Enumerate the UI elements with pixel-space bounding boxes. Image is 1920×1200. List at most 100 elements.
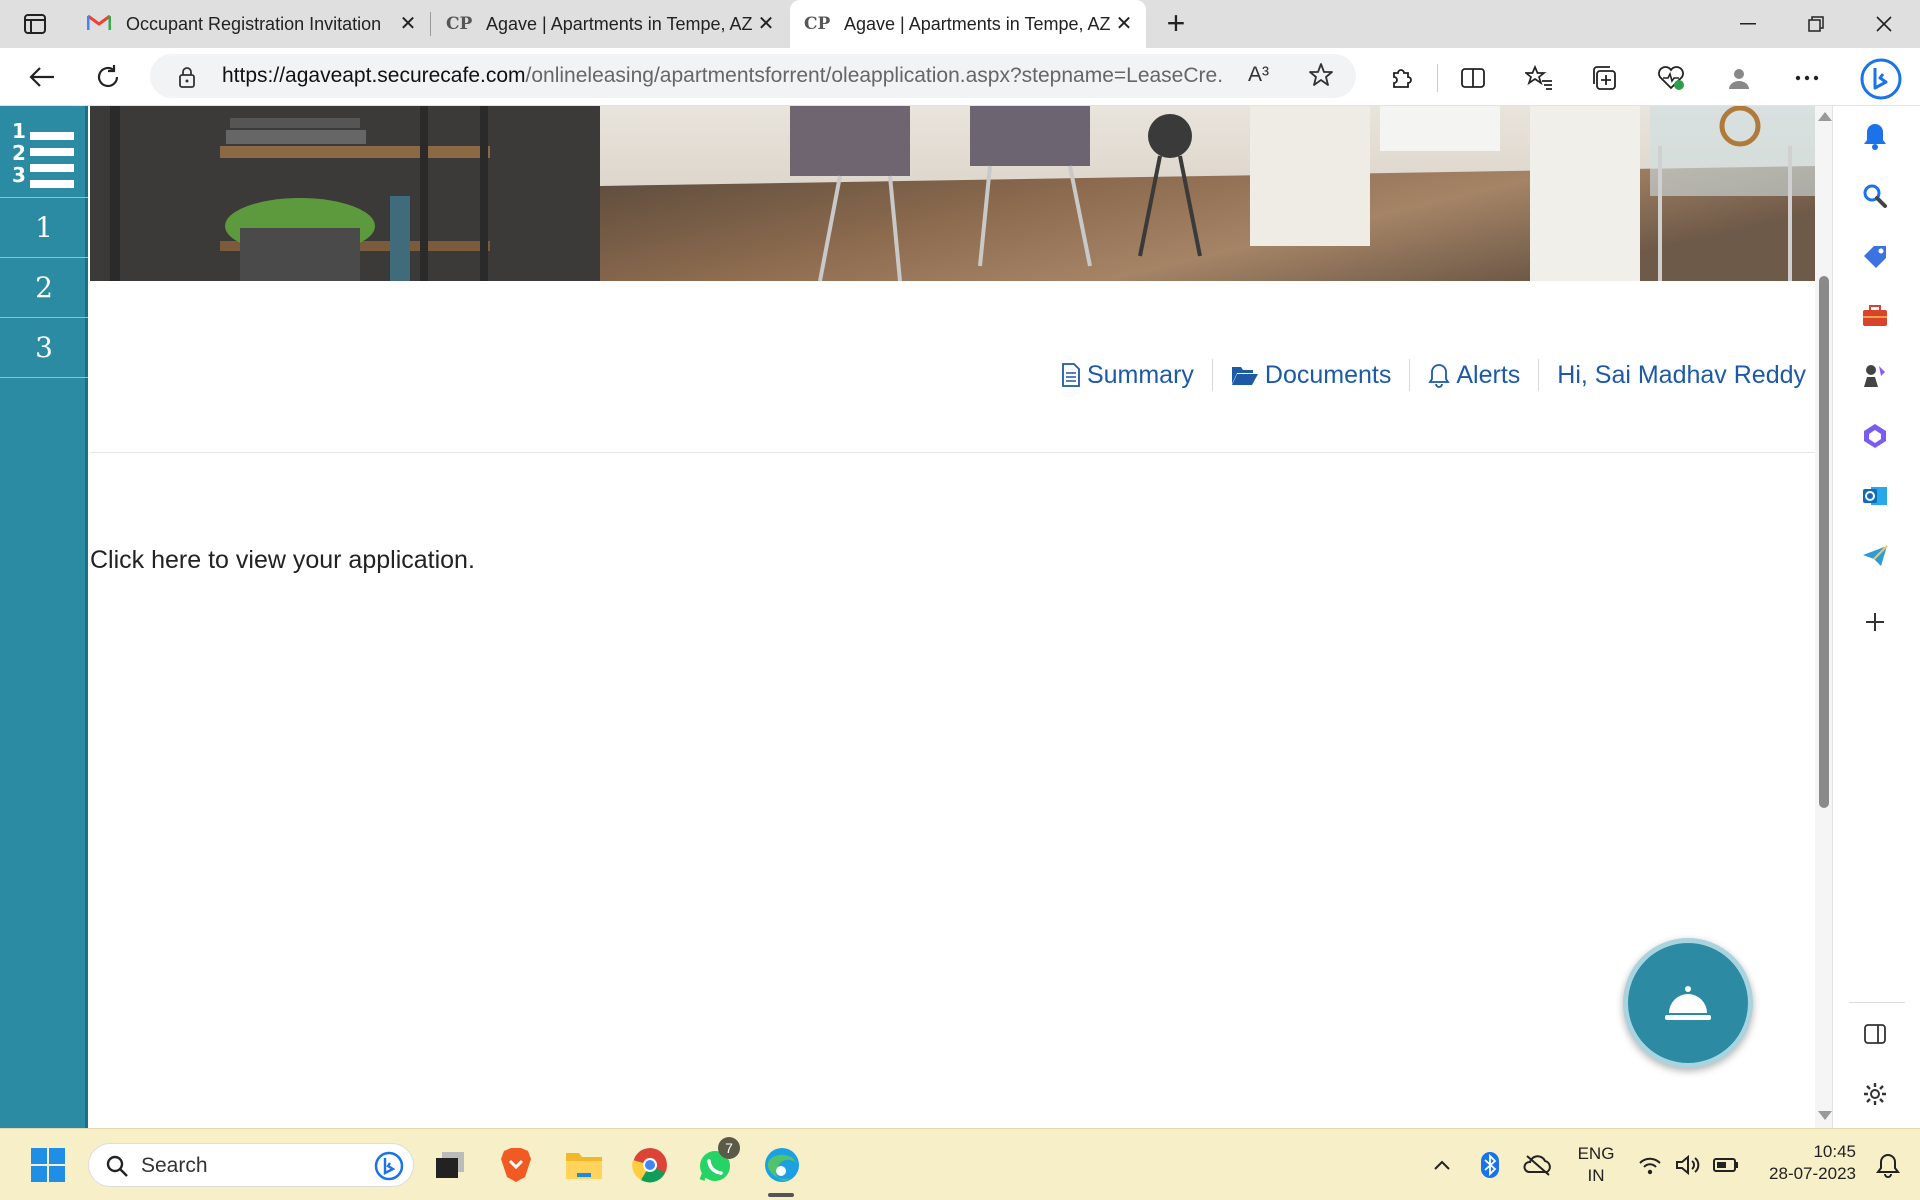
url-host: https://agaveapt.securecafe.com: [222, 64, 526, 87]
bluetooth-icon[interactable]: [1468, 1143, 1512, 1187]
split-screen-icon[interactable]: [1456, 61, 1490, 95]
bell-icon: [1428, 364, 1451, 388]
summary-link[interactable]: Summary: [1055, 361, 1200, 390]
page-viewport: 1 2 3 1 2 3 Summary Documents Alerts Hi,…: [0, 106, 1832, 1128]
notification-center-icon[interactable]: [1868, 1143, 1908, 1187]
favorite-star-icon[interactable]: [1308, 62, 1334, 93]
file-explorer-icon[interactable]: [562, 1143, 606, 1187]
tools-briefcase-icon[interactable]: [1855, 296, 1895, 336]
tab-favicon: CP: [446, 14, 473, 34]
documents-link[interactable]: Documents: [1225, 361, 1397, 390]
windows-start-icon[interactable]: [26, 1143, 70, 1187]
back-button[interactable]: [26, 61, 58, 93]
outlook-icon[interactable]: [1855, 476, 1895, 516]
page-scrollbar[interactable]: [1815, 106, 1832, 1128]
tab-title: Occupant Registration Invitation: [126, 13, 382, 34]
toolbar-separator: [1437, 64, 1438, 92]
summary-label: Summary: [1086, 360, 1194, 389]
folder-open-icon: [1231, 367, 1258, 385]
tab-agave-1[interactable]: CP Agave | Apartments in Tempe, AZ ✕: [432, 0, 788, 48]
application-steps-sidebar: 1 2 3 1 2 3: [0, 106, 88, 1128]
user-greeting-menu[interactable]: Hi, Sai Madhav Reddy: [1551, 361, 1812, 390]
alerts-link[interactable]: Alerts: [1422, 361, 1526, 390]
refresh-button[interactable]: [92, 61, 124, 93]
svg-text:2: 2: [12, 141, 26, 165]
address-bar-row: https://agaveapt.securecafe.com/onlinele…: [0, 48, 1920, 106]
extensions-icon[interactable]: [1384, 61, 1418, 95]
restore-button[interactable]: [1796, 8, 1836, 40]
tab-agave-active[interactable]: CP Agave | Apartments in Tempe, AZ ✕: [790, 0, 1146, 48]
url-text: https://agaveapt.securecafe.com/onlinele…: [222, 64, 1222, 88]
bing-copilot-icon[interactable]: [1856, 54, 1906, 104]
tab-actions-icon[interactable]: [20, 10, 50, 38]
language-region: IN: [1587, 1166, 1605, 1185]
search-icon[interactable]: [1855, 176, 1895, 216]
step-1[interactable]: 1: [0, 198, 88, 258]
language-code: ENG: [1577, 1144, 1615, 1163]
microsoft-365-icon[interactable]: [1855, 416, 1895, 456]
tab-gmail[interactable]: Occupant Registration Invitation ✕: [72, 0, 430, 48]
nav-separator: [1538, 359, 1540, 391]
language-indicator[interactable]: ENG IN: [1570, 1143, 1622, 1187]
hide-sidebar-icon[interactable]: [1855, 1014, 1895, 1054]
tab-favicon: CP: [804, 14, 831, 34]
search-icon: [106, 1155, 128, 1177]
whatsapp-icon[interactable]: 7: [694, 1137, 740, 1187]
alerts-label: Alerts: [1456, 360, 1521, 389]
lock-icon[interactable]: [178, 66, 196, 93]
chrome-icon[interactable]: [628, 1143, 672, 1187]
url-field[interactable]: https://agaveapt.securecafe.com/onlinele…: [150, 54, 1356, 98]
windows-taskbar: Search 7 ENG IN 10:45 28-07-2023: [0, 1128, 1920, 1200]
new-tab-button[interactable]: +: [1160, 7, 1192, 40]
scroll-down-arrow-icon[interactable]: [1818, 1111, 1832, 1120]
show-hidden-icons-chevron-icon[interactable]: [1420, 1143, 1464, 1187]
favorites-icon[interactable]: [1522, 61, 1556, 95]
telegram-send-icon[interactable]: [1855, 536, 1895, 576]
hero-banner-image: [90, 106, 1815, 281]
profile-icon[interactable]: [1722, 61, 1756, 95]
concierge-bell-button[interactable]: [1623, 938, 1753, 1068]
more-options-icon[interactable]: [1790, 61, 1824, 95]
tab-separator: [430, 12, 431, 36]
battery-icon[interactable]: [1706, 1143, 1746, 1187]
view-application-link[interactable]: Click here to view your application.: [90, 546, 475, 575]
taskbar-search-label: Search: [141, 1154, 208, 1177]
add-sidebar-app-icon[interactable]: [1855, 602, 1895, 642]
bing-icon: [374, 1151, 404, 1181]
document-icon: [1062, 363, 1080, 387]
sidebar-settings-gear-icon[interactable]: [1855, 1074, 1895, 1114]
svg-text:3: 3: [12, 163, 26, 187]
scrollbar-thumb[interactable]: [1819, 276, 1829, 808]
numbered-list-icon[interactable]: 1 2 3: [0, 106, 88, 198]
url-path: /onlineleasing/apartmentsforrent/oleappl…: [525, 64, 1222, 87]
task-view-icon[interactable]: [428, 1143, 472, 1187]
collections-icon[interactable]: [1588, 61, 1622, 95]
close-tab-icon[interactable]: ✕: [1114, 14, 1134, 34]
onedrive-offline-icon[interactable]: [1516, 1143, 1560, 1187]
clock-date: 28-07-2023: [1769, 1164, 1856, 1183]
read-aloud-icon[interactable]: A³: [1248, 63, 1269, 87]
nav-separator: [1211, 359, 1213, 391]
scroll-up-arrow-icon[interactable]: [1818, 112, 1832, 121]
browser-essentials-icon[interactable]: [1654, 61, 1688, 95]
close-tab-icon[interactable]: ✕: [756, 14, 776, 34]
service-bell-icon: [1665, 986, 1711, 1020]
brave-browser-icon[interactable]: [494, 1143, 538, 1187]
minimize-button[interactable]: [1728, 8, 1768, 40]
shopping-tag-icon[interactable]: [1855, 236, 1895, 276]
content-divider: [90, 452, 1815, 453]
notification-bell-icon[interactable]: [1855, 116, 1895, 156]
tab-title: Agave | Apartments in Tempe, AZ: [486, 13, 753, 34]
close-tab-icon[interactable]: ✕: [398, 14, 418, 34]
edge-taskbar-icon[interactable]: [760, 1143, 804, 1187]
volume-icon[interactable]: [1668, 1143, 1708, 1187]
taskbar-search-box[interactable]: Search: [88, 1143, 414, 1187]
games-icon[interactable]: [1855, 356, 1895, 396]
clock[interactable]: 10:45 28-07-2023: [1752, 1141, 1856, 1185]
wifi-icon[interactable]: [1630, 1143, 1670, 1187]
close-window-button[interactable]: [1864, 8, 1904, 40]
whatsapp-badge: 7: [718, 1137, 740, 1159]
step-2[interactable]: 2: [0, 258, 88, 318]
step-3[interactable]: 3: [0, 318, 88, 378]
active-app-indicator: [768, 1193, 794, 1197]
